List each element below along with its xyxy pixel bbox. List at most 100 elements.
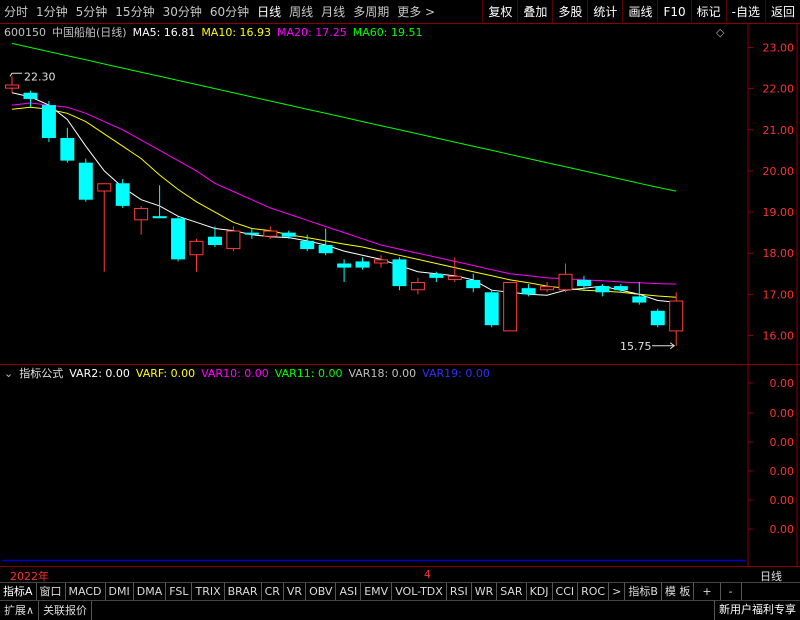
ma5-label: MA5: 16.81 — [132, 26, 196, 39]
candle — [669, 292, 684, 346]
mark-button[interactable]: 标记 — [690, 0, 726, 24]
new-user-promo[interactable]: 新用户福利专享 — [714, 600, 800, 620]
add-window-button[interactable]: + — [694, 583, 721, 601]
candle — [60, 127, 75, 163]
candle — [355, 257, 370, 270]
more-periods-button[interactable]: 更多 > — [393, 0, 439, 24]
candle-body — [466, 279, 481, 289]
indicator-tick-label: 0.00 — [770, 494, 795, 507]
tab-vol-tdx[interactable]: VOL-TDX — [392, 583, 447, 601]
candle-body — [189, 240, 204, 256]
indicator-name[interactable]: 指标公式 — [19, 366, 63, 382]
candle-body — [503, 281, 518, 332]
time-axis: 2022年 4 日线 — [0, 566, 800, 583]
candle — [97, 183, 112, 272]
candle-body — [207, 236, 222, 245]
candle-body — [337, 263, 352, 268]
indicator-tabs: 指标A 窗口 MACD DMI DMA FSL TRIX BRAR CR VR … — [0, 582, 800, 601]
tab-window[interactable]: 窗口 — [37, 583, 66, 601]
tab-cr[interactable]: CR — [262, 583, 284, 601]
ma20-label: MA20: 17.25 — [277, 26, 347, 39]
multi-stock-button[interactable]: 多股 — [552, 0, 587, 24]
var2-label: VAR2: 0.00 — [69, 367, 130, 380]
candle — [152, 185, 167, 219]
candle-body — [447, 275, 462, 280]
adjust-button[interactable]: 复权 — [482, 0, 517, 24]
price-tick-label: 17.00 — [763, 288, 795, 301]
indicator-tick-label: 0.00 — [770, 377, 795, 390]
indicator-tick-label: 0.00 — [770, 465, 795, 478]
remove-watchlist-button[interactable]: -自选 — [725, 0, 765, 24]
tab-fsl[interactable]: FSL — [166, 583, 193, 601]
tab-macd[interactable]: MACD — [66, 583, 106, 601]
candle-body — [576, 279, 591, 287]
tab-wr[interactable]: WR — [472, 583, 498, 601]
candle-body — [355, 261, 370, 268]
tab-rsi[interactable]: RSI — [447, 583, 472, 601]
tab-asi[interactable]: ASI — [336, 583, 362, 601]
candle — [171, 216, 186, 262]
tab-dma[interactable]: DMA — [134, 583, 167, 601]
f10-button[interactable]: F10 — [657, 0, 690, 24]
indicator-tick-label: 0.00 — [770, 523, 795, 536]
tab-brar[interactable]: BRAR — [225, 583, 262, 601]
stock-code: 600150 — [4, 26, 46, 39]
candle-body — [300, 240, 315, 250]
tab-indicator-b[interactable]: 指标B — [625, 583, 662, 601]
period-tab[interactable]: 60分钟 — [206, 0, 253, 24]
chevron-down-icon[interactable]: ⌄ — [4, 366, 13, 382]
tab-template[interactable]: 模 板 — [662, 583, 695, 601]
status-bar: 扩展∧ 关联报价 — [0, 600, 800, 620]
overlay-button[interactable]: 叠加 — [517, 0, 552, 24]
low-price-label: 15.75 — [620, 340, 652, 353]
tabs-more-button[interactable]: > — [609, 583, 626, 601]
period-tab[interactable]: 多周期 — [349, 0, 393, 24]
period-tab-active[interactable]: 日线 — [253, 0, 285, 24]
high-price-arrow — [9, 72, 22, 77]
period-tab[interactable]: 15分钟 — [111, 0, 158, 24]
ma10-label: MA10: 16.93 — [201, 26, 272, 39]
candle-body — [650, 310, 665, 326]
candle — [540, 281, 555, 293]
period-tab[interactable]: 1分钟 — [32, 0, 72, 24]
period-tab[interactable]: 5分钟 — [72, 0, 112, 24]
remove-window-button[interactable]: - — [721, 583, 742, 601]
candle — [466, 273, 481, 293]
candle-body — [392, 259, 407, 287]
back-button[interactable]: 返回 — [764, 0, 800, 24]
price-tick-label: 18.00 — [763, 247, 795, 260]
tab-sar[interactable]: SAR — [497, 583, 527, 601]
period-tab[interactable]: 周线 — [285, 0, 317, 24]
tab-emv[interactable]: EMV — [361, 583, 393, 601]
candle — [374, 255, 388, 268]
candle-body — [41, 105, 56, 139]
tab-vr[interactable]: VR — [284, 583, 307, 601]
candle — [115, 179, 130, 208]
candle — [392, 257, 407, 291]
candle — [5, 76, 19, 93]
tab-dmi[interactable]: DMI — [106, 583, 134, 601]
candle — [650, 308, 665, 328]
related-quotes-button[interactable]: 关联报价 — [39, 600, 93, 620]
draw-line-button[interactable]: 画线 — [622, 0, 657, 24]
tab-kdj[interactable]: KDJ — [527, 583, 553, 601]
stock-name: 中国船舶(日线) — [52, 26, 127, 39]
period-tab[interactable]: 分时 — [0, 0, 32, 24]
tab-cci[interactable]: CCI — [553, 583, 579, 601]
expand-button[interactable]: 扩展∧ — [0, 600, 40, 620]
indicator-tick-label: 0.00 — [770, 407, 795, 420]
tab-roc[interactable]: ROC — [578, 583, 610, 601]
candle-body — [613, 286, 628, 291]
period-tab[interactable]: 30分钟 — [159, 0, 206, 24]
statistics-button[interactable]: 统计 — [587, 0, 622, 24]
candle-body — [429, 273, 444, 278]
price-tick-label: 21.00 — [763, 124, 795, 137]
period-tab[interactable]: 月线 — [317, 0, 349, 24]
tab-trix[interactable]: TRIX — [192, 583, 225, 601]
diamond-icon[interactable]: ◇ — [716, 26, 724, 39]
tab-obv[interactable]: OBV — [306, 583, 337, 601]
candle-body — [97, 183, 112, 192]
candle — [595, 284, 610, 297]
candlestick-chart[interactable]: 23.00 22.00 21.00 20.00 19.00 18.00 17.00 16.00… — [0, 24, 800, 566]
tab-indicator-a[interactable]: 指标A — [0, 583, 37, 601]
